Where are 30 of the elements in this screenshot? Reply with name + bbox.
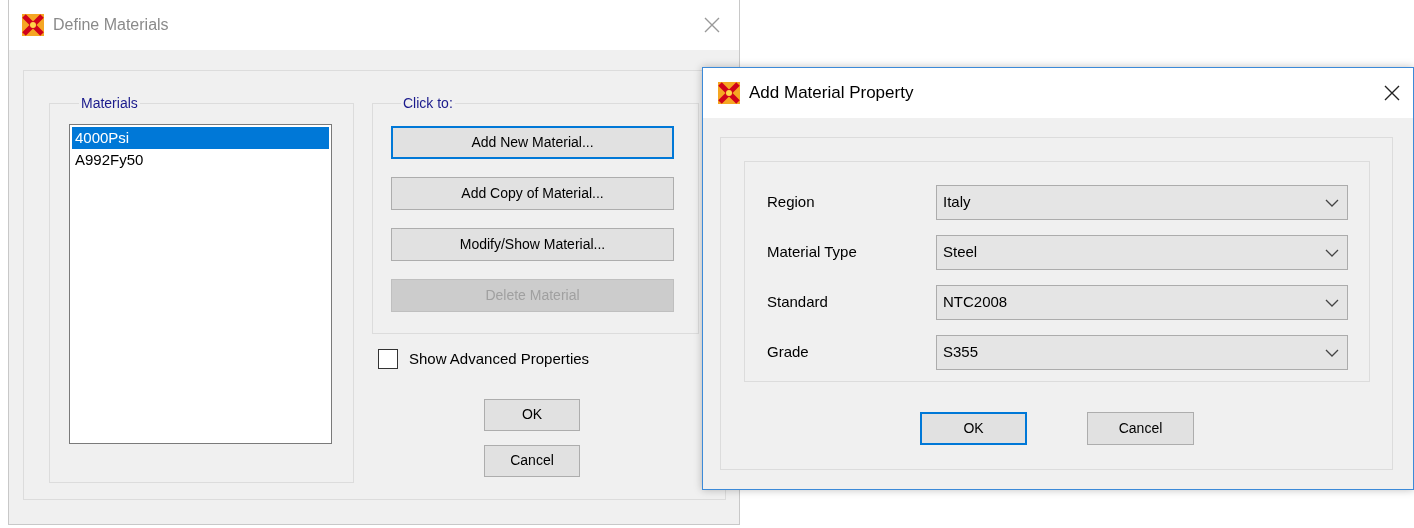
group-label: Click to: — [402, 96, 454, 110]
field-label: Region — [767, 192, 816, 213]
list-item[interactable]: 4000Psi — [72, 127, 329, 149]
dropdown[interactable]: NTC2008 — [936, 285, 1348, 320]
button[interactable]: Add Copy of Material... — [391, 177, 674, 210]
button[interactable]: Add New Material... — [391, 126, 674, 159]
chevron-down-icon — [1325, 297, 1339, 308]
window-title: Define Materials — [53, 15, 170, 35]
dropdown[interactable]: Steel — [936, 235, 1348, 270]
chevron-down-icon — [1325, 197, 1339, 208]
chevron-down-icon — [1325, 247, 1339, 258]
dropdown[interactable]: Italy — [936, 185, 1348, 220]
field-label: Standard — [767, 292, 829, 313]
button[interactable]: Cancel — [1087, 412, 1194, 445]
app-icon — [21, 13, 45, 37]
button[interactable]: Cancel — [484, 444, 580, 477]
checkbox-label: Show Advanced Properties — [409, 349, 590, 369]
checkbox[interactable] — [378, 349, 398, 370]
field-label: Material Type — [767, 242, 858, 263]
button[interactable]: OK — [920, 412, 1027, 445]
dropdown[interactable]: S355 — [936, 335, 1348, 370]
button[interactable]: Modify/Show Material... — [391, 228, 674, 261]
window-title: Add Material Property — [749, 82, 915, 105]
list-item[interactable]: A992Fy50 — [72, 149, 329, 171]
app-icon — [717, 81, 741, 105]
chevron-down-icon — [1325, 347, 1339, 358]
close-icon[interactable] — [1383, 84, 1401, 102]
button[interactable]: OK — [484, 398, 580, 431]
group-label: Materials — [80, 96, 139, 110]
field-label: Grade — [767, 342, 810, 363]
